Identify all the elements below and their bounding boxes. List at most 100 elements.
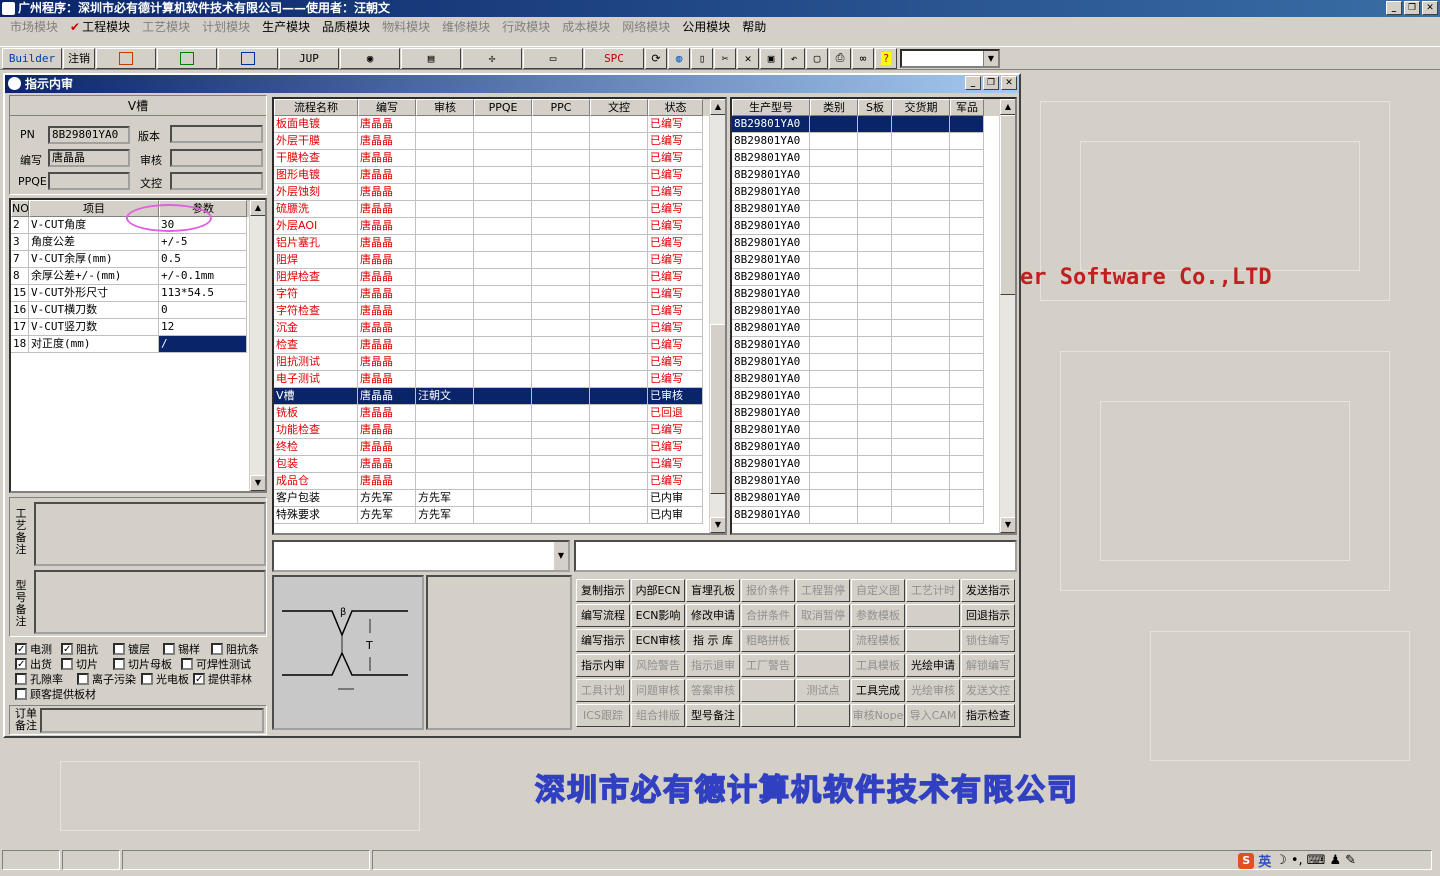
models-cell[interactable]: 8B29801YA0 <box>732 473 810 490</box>
menu-item-1[interactable]: ✔ 工程模块 <box>64 18 136 35</box>
version-field[interactable] <box>170 125 263 143</box>
models-row[interactable]: 8B29801YA0 <box>732 201 1015 218</box>
flow-combo[interactable]: ▼ <box>272 540 570 572</box>
action-button-4-3[interactable] <box>741 679 795 702</box>
models-row[interactable]: 8B29801YA0 <box>732 184 1015 201</box>
params-cell-value[interactable]: 0 <box>159 302 247 319</box>
action-button-3-4[interactable] <box>796 654 850 677</box>
scroll-down-icon[interactable]: ▼ <box>710 517 725 533</box>
flow-cell[interactable]: 阻焊检查 <box>274 269 358 286</box>
close-button[interactable]: ✕ <box>1422 1 1438 15</box>
action-button-0-7[interactable]: 发送指示 <box>961 579 1015 602</box>
author-field[interactable]: 唐晶晶 <box>48 149 130 167</box>
models-row[interactable]: 8B29801YA0 <box>732 116 1015 133</box>
checkbox-box[interactable] <box>15 688 27 700</box>
computer-tool-button[interactable]: ▭ <box>523 47 583 69</box>
models-row[interactable]: 8B29801YA0 <box>732 422 1015 439</box>
excel-tool-button[interactable] <box>157 47 217 69</box>
checkbox-box[interactable] <box>61 658 73 670</box>
flow-row[interactable]: 包装 唐晶晶 已编写 <box>274 456 725 473</box>
flow-cell[interactable]: 铝片塞孔 <box>274 235 358 252</box>
action-button-5-4[interactable] <box>796 704 850 727</box>
checkbox-3[interactable]: 锡样 <box>163 641 200 657</box>
minimize-button[interactable]: _ <box>1386 1 1402 15</box>
checkbox-box[interactable] <box>141 673 153 685</box>
scroll-down-icon[interactable]: ▼ <box>250 475 265 491</box>
flow-row[interactable]: 沉金 唐晶晶 已编写 <box>274 320 725 337</box>
print-button[interactable]: ⎙ <box>829 47 851 69</box>
models-cell[interactable]: 8B29801YA0 <box>732 405 810 422</box>
models-row[interactable]: 8B29801YA0 <box>732 320 1015 337</box>
menu-item-4[interactable]: 生产模块 <box>256 18 316 35</box>
action-button-1-6[interactable] <box>906 604 960 627</box>
models-cell[interactable]: 8B29801YA0 <box>732 320 810 337</box>
models-row[interactable]: 8B29801YA0 <box>732 405 1015 422</box>
action-button-0-5[interactable]: 自定义图 <box>851 579 905 602</box>
wrench-icon[interactable]: ✎ <box>1345 853 1356 868</box>
params-row[interactable]: 15 V-CUT外形尺寸 113*54.5 <box>11 285 265 302</box>
logout-button[interactable]: 注销 <box>63 47 95 69</box>
params-row[interactable]: 17 V-CUT竖刀数 12 <box>11 319 265 336</box>
save-button[interactable]: ▣ <box>760 47 782 69</box>
flow-row[interactable]: 板面电镀 唐晶晶 已编写 <box>274 116 725 133</box>
action-button-0-1[interactable]: 内部ECN <box>631 579 685 602</box>
flow-cell[interactable]: 外层AOI <box>274 218 358 235</box>
models-cell[interactable]: 8B29801YA0 <box>732 456 810 473</box>
flow-cell[interactable]: 终检 <box>274 439 358 456</box>
action-button-4-6[interactable]: 光绘审核 <box>906 679 960 702</box>
models-col-header[interactable]: S板 <box>858 99 892 116</box>
models-row[interactable]: 8B29801YA0 <box>732 337 1015 354</box>
flow-col-header[interactable]: PPC <box>532 99 590 116</box>
delete-button[interactable]: ✕ <box>737 47 759 69</box>
params-row[interactable]: 16 V-CUT横刀数 0 <box>11 302 265 319</box>
jup-button[interactable]: JUP <box>279 47 339 69</box>
preview-button[interactable]: ▢ <box>806 47 828 69</box>
action-button-2-7[interactable]: 锁住编写 <box>961 629 1015 652</box>
models-cell[interactable]: 8B29801YA0 <box>732 286 810 303</box>
scroll-down-icon[interactable]: ▼ <box>1000 517 1015 533</box>
models-scroll-thumb[interactable] <box>1000 115 1015 295</box>
refresh-tool-button[interactable]: ⟳ <box>645 47 667 69</box>
models-cell[interactable]: 8B29801YA0 <box>732 201 810 218</box>
globe-tool-button[interactable]: ◍ <box>668 47 690 69</box>
keyboard-icon[interactable]: ⌨ <box>1307 853 1326 868</box>
action-button-2-4[interactable] <box>796 629 850 652</box>
user-icon[interactable]: ♟ <box>1329 853 1341 868</box>
action-button-5-7[interactable]: 指示检查 <box>961 704 1015 727</box>
sogou-icon[interactable]: S <box>1238 852 1255 869</box>
action-button-4-5[interactable]: 工具完成 <box>851 679 905 702</box>
word-tool-button[interactable] <box>218 47 278 69</box>
review-field[interactable] <box>170 149 263 167</box>
restore-button[interactable]: ❐ <box>1404 1 1420 15</box>
models-row[interactable]: 8B29801YA0 <box>732 490 1015 507</box>
checkbox-9[interactable]: 孔隙率 <box>15 671 63 687</box>
menu-item-9[interactable]: 成本模块 <box>556 18 616 35</box>
craft-note-field[interactable] <box>34 502 266 566</box>
punctuation-icon[interactable]: •, <box>1291 853 1303 868</box>
flow-cell[interactable]: 功能检查 <box>274 422 358 439</box>
remark-input[interactable] <box>574 540 1017 572</box>
flow-cell[interactable]: 干膜检查 <box>274 150 358 167</box>
models-cell[interactable]: 8B29801YA0 <box>732 337 810 354</box>
models-row[interactable]: 8B29801YA0 <box>732 133 1015 150</box>
ppqe-field[interactable] <box>48 172 130 190</box>
models-cell[interactable]: 8B29801YA0 <box>732 303 810 320</box>
models-row[interactable]: 8B29801YA0 <box>732 252 1015 269</box>
flow-cell[interactable]: 电子测试 <box>274 371 358 388</box>
models-cell[interactable]: 8B29801YA0 <box>732 116 810 133</box>
flow-row[interactable]: 外层蚀刻 唐晶晶 已编写 <box>274 184 725 201</box>
flow-col-header[interactable]: 文控 <box>590 99 648 116</box>
flow-col-header[interactable]: 状态 <box>648 99 703 116</box>
action-button-2-0[interactable]: 编写指示 <box>576 629 630 652</box>
flow-row[interactable]: 检查 唐晶晶 已编写 <box>274 337 725 354</box>
action-button-0-4[interactable]: 工程暂停 <box>796 579 850 602</box>
models-row[interactable]: 8B29801YA0 <box>732 354 1015 371</box>
action-button-0-0[interactable]: 复制指示 <box>576 579 630 602</box>
action-button-3-0[interactable]: 指示内审 <box>576 654 630 677</box>
params-scrollbar[interactable]: ▲ ▼ <box>249 200 265 491</box>
order-note-field[interactable] <box>40 708 264 733</box>
action-button-2-2[interactable]: 指 示 库 <box>686 629 740 652</box>
action-button-2-6[interactable] <box>906 629 960 652</box>
moon-icon[interactable]: ☽ <box>1275 853 1287 868</box>
action-button-3-2[interactable]: 指示退审 <box>686 654 740 677</box>
